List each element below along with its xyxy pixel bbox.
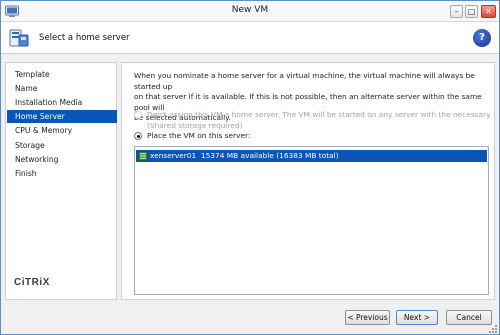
wizard-header: Select a home server ? [1, 22, 499, 54]
title-bar[interactable]: New VM – □ ✕ [1, 1, 499, 22]
sidebar-item-cpu-memory[interactable]: CPU & Memory [7, 124, 117, 137]
cancel-button[interactable]: Cancel [446, 310, 492, 325]
previous-button[interactable]: < Previous [345, 310, 390, 325]
server-wizard-icon [9, 29, 29, 47]
server-list[interactable]: xenserver01 15374 MB available (16383 MB… [134, 146, 489, 295]
home-server-panel: When you nominate a home server for a vi… [121, 62, 495, 300]
wizard-sidebar: Template Name Installation Media Home Se… [5, 62, 117, 300]
citrix-logo: CiTRiX [14, 277, 50, 288]
maximize-button[interactable]: □ [465, 5, 478, 18]
sidebar-item-name[interactable]: Name [7, 82, 117, 95]
new-vm-window: New VM – □ ✕ Select a home server ? Temp… [0, 0, 500, 335]
intro-line: When you nominate a home server for a vi… [134, 71, 475, 91]
help-icon[interactable]: ? [473, 29, 491, 47]
place-on-server-label[interactable]: Place the VM on this server: [147, 131, 250, 140]
server-icon [138, 151, 148, 161]
server-memory: 15374 MB available (16383 MB total) [200, 151, 339, 160]
no-home-server-sublabel: (Shared storage required) [147, 121, 243, 130]
server-entry-text: xenserver01 15374 MB available (16383 MB… [150, 151, 339, 161]
window-title: New VM [231, 5, 269, 15]
sidebar-item-networking[interactable]: Networking [7, 153, 117, 166]
no-home-server-radio[interactable] [134, 111, 142, 119]
sidebar-item-template[interactable]: Template [7, 68, 117, 81]
sidebar-item-installation-media[interactable]: Installation Media [7, 96, 117, 109]
minimize-button[interactable]: – [450, 5, 463, 18]
no-home-server-label[interactable]: Don't assign this VM a home server. The … [147, 110, 490, 119]
server-name: xenserver01 [150, 151, 197, 160]
place-on-server-radio[interactable] [134, 132, 142, 140]
list-item[interactable]: xenserver01 15374 MB available (16383 MB… [136, 150, 487, 162]
close-button[interactable]: ✕ [481, 5, 496, 18]
sidebar-item-finish[interactable]: Finish [7, 167, 117, 180]
page-title: Select a home server [39, 33, 130, 43]
sidebar-item-home-server[interactable]: Home Server [7, 110, 117, 123]
next-button[interactable]: Next > [396, 310, 438, 325]
resize-grip-icon[interactable] [489, 325, 498, 334]
sidebar-item-storage[interactable]: Storage [7, 139, 117, 152]
